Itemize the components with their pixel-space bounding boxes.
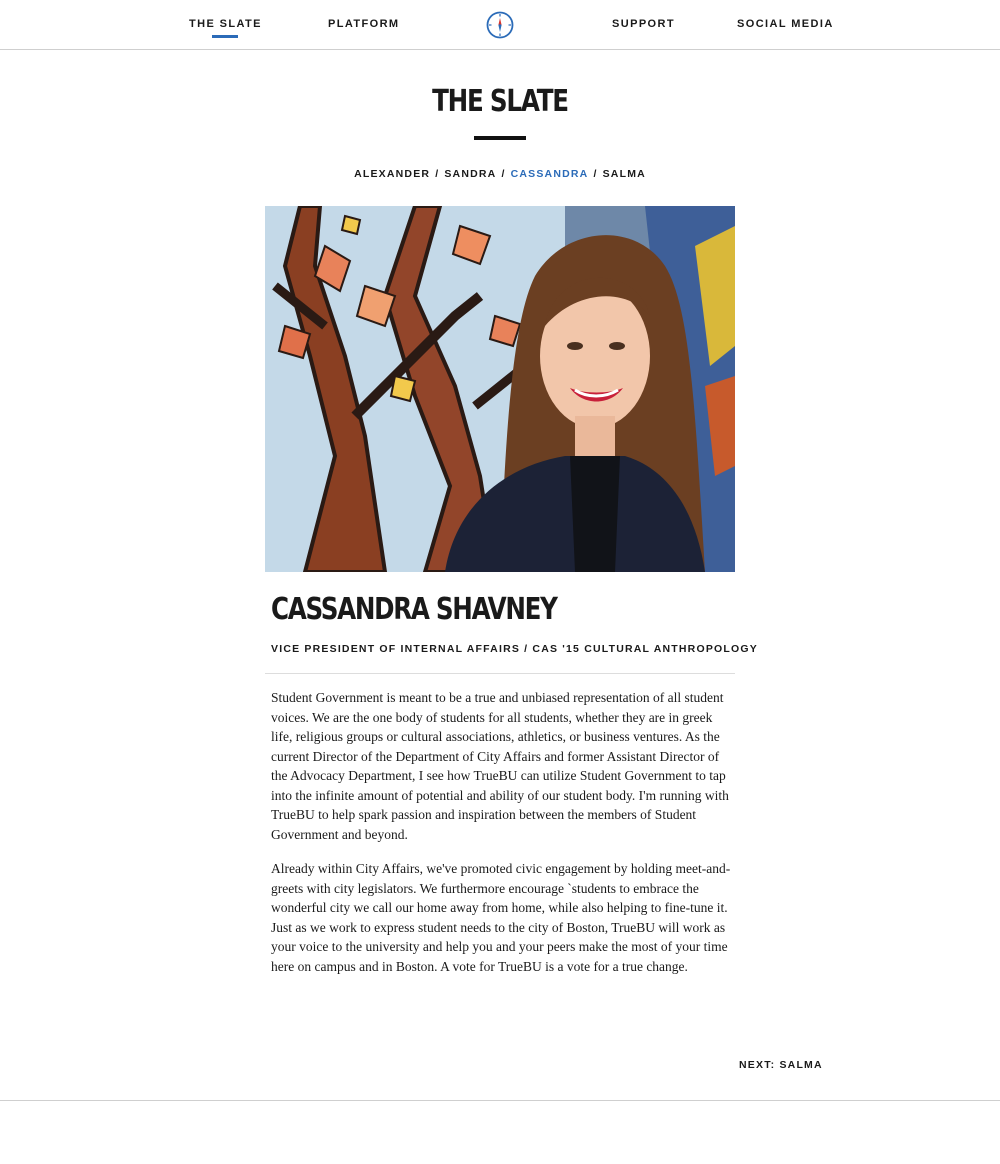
nav-item-platform[interactable]: PLATFORM bbox=[328, 18, 400, 30]
bio-paragraph: Already within City Affairs, we've promo… bbox=[271, 861, 731, 974]
person-name: CASSANDRA SHAVNEY bbox=[271, 592, 558, 627]
slate-separator: / bbox=[593, 168, 598, 180]
next-member-link[interactable]: NEXT: SALMA bbox=[739, 1059, 823, 1071]
compass-logo-icon[interactable] bbox=[486, 11, 514, 39]
slate-separator: / bbox=[501, 168, 506, 180]
title-underline bbox=[474, 136, 526, 140]
slate-link-salma[interactable]: SALMA bbox=[603, 168, 646, 180]
nav-item-social-media[interactable]: SOCIAL MEDIA bbox=[737, 18, 834, 30]
slate-link-cassandra[interactable]: CASSANDRA bbox=[511, 168, 589, 180]
nav-item-the-slate[interactable]: THE SLATE bbox=[189, 18, 262, 38]
portrait-photo bbox=[265, 206, 735, 572]
slate-link-sandra[interactable]: SANDRA bbox=[444, 168, 496, 180]
profile-divider bbox=[265, 673, 735, 674]
bio-paragraph: Student Government is meant to be a true… bbox=[271, 690, 729, 842]
bio-text: Student Government is meant to be a true… bbox=[271, 688, 737, 991]
footer-divider bbox=[0, 1100, 1000, 1101]
top-nav: THE SLATE PLATFORM SUPPORT SOCIAL MEDIA bbox=[0, 0, 1000, 50]
slate-member-nav: ALEXANDER / SANDRA / CASSANDRA / SALMA bbox=[0, 168, 1000, 180]
slate-separator: / bbox=[435, 168, 440, 180]
nav-item-support[interactable]: SUPPORT bbox=[612, 18, 675, 30]
person-role: VICE PRESIDENT OF INTERNAL AFFAIRS / CAS… bbox=[271, 643, 758, 655]
slate-link-alexander[interactable]: ALEXANDER bbox=[354, 168, 430, 180]
page-title: THE SLATE bbox=[432, 84, 569, 119]
